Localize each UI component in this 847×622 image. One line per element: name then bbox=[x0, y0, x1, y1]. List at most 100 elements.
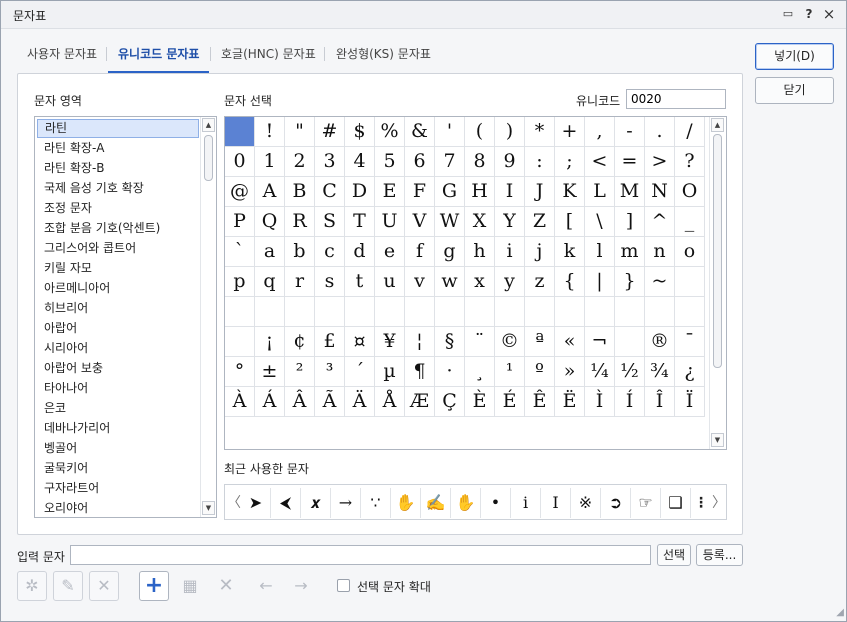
char-cell[interactable]: Z bbox=[525, 207, 555, 237]
char-cell[interactable]: 2 bbox=[285, 147, 315, 177]
add-set-icon[interactable]: ✲ bbox=[17, 571, 47, 601]
char-cell[interactable]: ! bbox=[255, 117, 285, 147]
char-cell[interactable]: o bbox=[675, 237, 705, 267]
area-list-item[interactable]: 벵골어 bbox=[37, 439, 199, 458]
char-cell[interactable]: N bbox=[645, 177, 675, 207]
char-cell[interactable]: A bbox=[255, 177, 285, 207]
char-cell[interactable]: ¯ bbox=[675, 327, 705, 357]
char-cell[interactable]: P bbox=[225, 207, 255, 237]
close-icon[interactable]: × bbox=[821, 6, 837, 22]
char-cell[interactable] bbox=[255, 297, 285, 327]
char-cell[interactable]: q bbox=[255, 267, 285, 297]
char-cell[interactable]: º bbox=[525, 357, 555, 387]
recent-char-cell[interactable]: ✍ bbox=[421, 488, 451, 518]
recent-char-cell[interactable]: ※ bbox=[571, 488, 601, 518]
char-cell[interactable]: f bbox=[405, 237, 435, 267]
char-cell[interactable]: Î bbox=[645, 387, 675, 417]
char-cell[interactable]: ² bbox=[285, 357, 315, 387]
area-list-scrollbar[interactable]: ▲ ▼ bbox=[200, 117, 216, 517]
char-cell[interactable]: Å bbox=[375, 387, 405, 417]
char-cell[interactable]: Ç bbox=[435, 387, 465, 417]
insert-button[interactable]: 넣기(D) bbox=[755, 43, 834, 70]
char-cell[interactable]: ª bbox=[525, 327, 555, 357]
char-cell[interactable]: g bbox=[435, 237, 465, 267]
char-cell[interactable]: X bbox=[465, 207, 495, 237]
char-cell[interactable]: 5 bbox=[375, 147, 405, 177]
char-cell[interactable]: C bbox=[315, 177, 345, 207]
chat-icon[interactable]: ▭ bbox=[780, 6, 796, 22]
area-list-item[interactable]: 그리스어와 콥트어 bbox=[37, 239, 199, 258]
char-cell[interactable] bbox=[225, 117, 255, 147]
char-cell[interactable]: = bbox=[615, 147, 645, 177]
char-cell[interactable] bbox=[345, 297, 375, 327]
recent-char-cell[interactable]: 𝒙 bbox=[301, 488, 331, 518]
area-list-item[interactable]: 구자라트어 bbox=[37, 479, 199, 498]
char-cell[interactable]: Ë bbox=[555, 387, 585, 417]
char-cell[interactable]: I bbox=[495, 177, 525, 207]
char-cell[interactable]: ¥ bbox=[375, 327, 405, 357]
char-cell[interactable]: £ bbox=[315, 327, 345, 357]
area-list-item[interactable]: 시리아어 bbox=[37, 339, 199, 358]
char-cell[interactable]: . bbox=[645, 117, 675, 147]
resize-grip-icon[interactable]: ◢ bbox=[832, 607, 844, 619]
char-cell[interactable]: 1 bbox=[255, 147, 285, 177]
area-list-item[interactable]: 아랍어 bbox=[37, 319, 199, 338]
char-cell[interactable]: z bbox=[525, 267, 555, 297]
char-cell[interactable]: , bbox=[585, 117, 615, 147]
char-cell[interactable] bbox=[225, 297, 255, 327]
char-cell[interactable]: Â bbox=[285, 387, 315, 417]
char-cell[interactable]: x bbox=[465, 267, 495, 297]
char-cell[interactable]: ¦ bbox=[405, 327, 435, 357]
char-cell[interactable]: 7 bbox=[435, 147, 465, 177]
delete-icon[interactable]: ✕ bbox=[211, 571, 241, 601]
area-list-item[interactable]: 타아나어 bbox=[37, 379, 199, 398]
recent-next-icon[interactable]: 〉 bbox=[712, 488, 726, 518]
char-cell[interactable]: / bbox=[675, 117, 705, 147]
char-cell[interactable]: - bbox=[615, 117, 645, 147]
scroll-down-icon[interactable]: ▼ bbox=[202, 501, 215, 515]
char-cell[interactable] bbox=[525, 297, 555, 327]
char-cell[interactable]: $ bbox=[345, 117, 375, 147]
char-cell[interactable]: S bbox=[315, 207, 345, 237]
char-cell[interactable]: J bbox=[525, 177, 555, 207]
recent-prev-icon[interactable]: 〈 bbox=[227, 488, 241, 518]
char-cell[interactable]: ^ bbox=[645, 207, 675, 237]
char-cell[interactable]: % bbox=[375, 117, 405, 147]
recent-char-cell[interactable]: ➲ bbox=[601, 488, 631, 518]
char-cell[interactable]: 4 bbox=[345, 147, 375, 177]
char-cell[interactable]: # bbox=[315, 117, 345, 147]
area-list-item[interactable]: 라틴 bbox=[37, 119, 199, 138]
char-cell[interactable]: Ï bbox=[675, 387, 705, 417]
scroll-up-icon[interactable]: ▲ bbox=[202, 118, 215, 132]
recent-char-cell[interactable]: ☞ bbox=[631, 488, 661, 518]
move-left-icon[interactable]: ← bbox=[251, 571, 281, 601]
char-cell[interactable]: ¾ bbox=[645, 357, 675, 387]
char-cell[interactable]: ` bbox=[225, 237, 255, 267]
char-cell[interactable]: 0 bbox=[225, 147, 255, 177]
recent-char-cell[interactable]: ∵ bbox=[361, 488, 391, 518]
char-cell[interactable]: ° bbox=[225, 357, 255, 387]
unicode-input[interactable] bbox=[626, 89, 726, 109]
scroll-thumb[interactable] bbox=[204, 135, 213, 181]
grid-scrollbar[interactable]: ▲ ▼ bbox=[709, 117, 726, 449]
char-cell[interactable]: U bbox=[375, 207, 405, 237]
char-cell[interactable]: ¸ bbox=[465, 357, 495, 387]
area-list-item[interactable]: 히브리어 bbox=[37, 299, 199, 318]
edit-set-icon[interactable]: ✎ bbox=[53, 571, 83, 601]
char-cell[interactable]: É bbox=[495, 387, 525, 417]
char-cell[interactable]: > bbox=[645, 147, 675, 177]
char-cell[interactable]: k bbox=[555, 237, 585, 267]
char-cell[interactable]: 6 bbox=[405, 147, 435, 177]
char-cell[interactable]: \ bbox=[585, 207, 615, 237]
zoom-checkbox[interactable] bbox=[337, 579, 350, 592]
char-cell[interactable]: ´ bbox=[345, 357, 375, 387]
char-cell[interactable] bbox=[315, 297, 345, 327]
recent-char-cell[interactable]: • bbox=[481, 488, 511, 518]
tab-unicode[interactable]: 유니코드 문자표 bbox=[108, 41, 210, 73]
char-cell[interactable]: ± bbox=[255, 357, 285, 387]
char-cell[interactable]: Ê bbox=[525, 387, 555, 417]
char-cell[interactable]: « bbox=[555, 327, 585, 357]
char-cell[interactable] bbox=[645, 297, 675, 327]
char-cell[interactable]: s bbox=[315, 267, 345, 297]
char-cell[interactable]: B bbox=[285, 177, 315, 207]
